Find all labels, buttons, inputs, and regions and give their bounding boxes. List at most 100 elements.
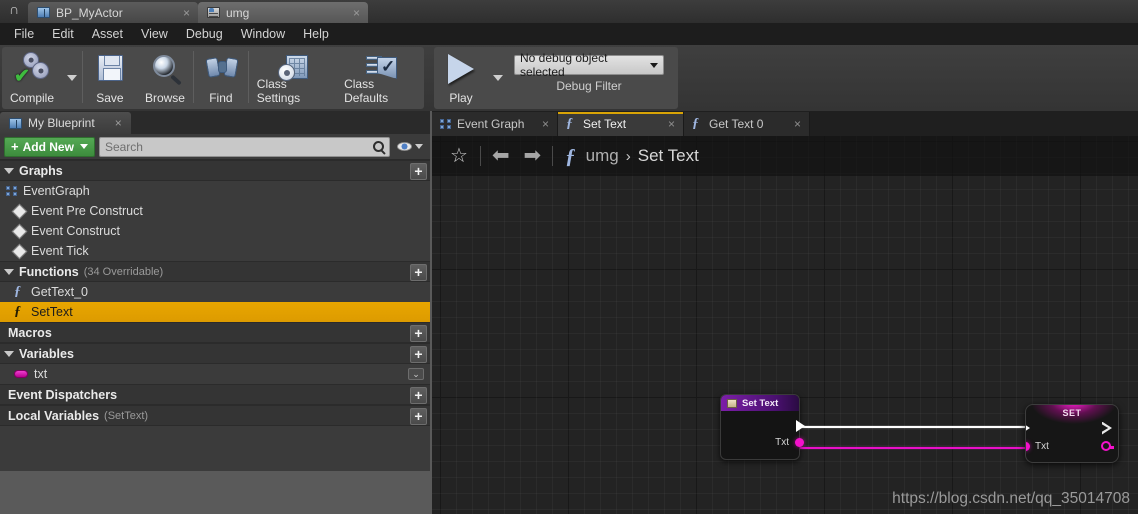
widget-icon — [207, 7, 220, 18]
play-label: Play — [449, 91, 473, 105]
menu-bar: File Edit Asset View Debug Window Help — [0, 23, 1138, 45]
add-new-button[interactable]: + Add New — [4, 136, 95, 157]
add-variable-button[interactable]: + — [410, 346, 427, 363]
section-subtitle: (34 Overridable) — [83, 265, 164, 278]
list-item-variable-txt[interactable]: txt ⌄ — [0, 364, 430, 384]
menu-item-help[interactable]: Help — [294, 25, 338, 43]
section-header-graphs[interactable]: Graphs + — [0, 160, 430, 181]
graph-canvas[interactable]: ☆ ⬅ ➡ ƒ umg › Set Text Set Text Txt SET … — [432, 136, 1138, 514]
compile-gears-check-icon: ✔ — [13, 52, 51, 86]
node-title: Set Text — [742, 397, 779, 409]
exec-pin-icon — [796, 419, 805, 432]
list-item-event-tick[interactable]: Event Tick — [0, 241, 430, 261]
window-tab-label: BP_MyActor — [56, 5, 123, 20]
toolbar-group-play: Play No debug object selected Debug Filt… — [434, 47, 678, 109]
menu-item-window[interactable]: Window — [232, 25, 294, 43]
section-header-functions[interactable]: Functions (34 Overridable) + — [0, 261, 430, 282]
tab-event-graph[interactable]: Event Graph × — [432, 112, 558, 136]
close-icon[interactable]: × — [794, 117, 801, 131]
close-icon[interactable]: × — [542, 117, 549, 131]
tab-my-blueprint[interactable]: My Blueprint × — [0, 112, 131, 134]
node-pin-exec-in[interactable] — [1026, 422, 1030, 434]
add-graph-button[interactable]: + — [410, 163, 427, 180]
visibility-options-button[interactable] — [394, 142, 426, 151]
class-settings-button[interactable]: Class Settings — [249, 47, 336, 109]
menu-item-file[interactable]: File — [5, 25, 43, 43]
debug-object-value: No debug object selected — [520, 51, 608, 79]
menu-item-asset[interactable]: Asset — [83, 25, 132, 43]
find-button[interactable]: Find — [194, 47, 248, 109]
close-icon[interactable]: × — [183, 6, 190, 20]
search-box[interactable] — [98, 136, 390, 157]
node-pin-txt-out[interactable]: Txt — [721, 434, 804, 451]
my-blueprint-tree: Graphs + EventGraph Event Pre Construct … — [0, 160, 430, 471]
section-title: Macros — [8, 325, 52, 340]
section-header-macros[interactable]: Macros + — [0, 322, 430, 343]
blueprint-book-icon — [9, 117, 22, 129]
save-button[interactable]: Save — [83, 47, 137, 109]
graph-icon — [6, 186, 17, 196]
add-macro-button[interactable]: + — [410, 325, 427, 342]
list-item-event-pre-construct[interactable]: Event Pre Construct — [0, 201, 430, 221]
pin-label: Txt — [775, 437, 789, 448]
floppy-disk-icon — [91, 52, 129, 86]
list-item-label: Event Pre Construct — [31, 204, 143, 218]
tab-label: Event Graph — [457, 117, 525, 131]
list-item-eventgraph[interactable]: EventGraph — [0, 181, 430, 201]
node-pin-exec-out[interactable] — [1102, 421, 1118, 435]
node-set-variable[interactable]: SET Txt — [1025, 404, 1119, 463]
debug-object-select[interactable]: No debug object selected — [514, 51, 664, 79]
list-item-event-construct[interactable]: Event Construct — [0, 221, 430, 241]
section-header-local-variables[interactable]: Local Variables (SetText) + — [0, 405, 430, 426]
blueprint-icon — [37, 7, 50, 18]
text-pin-icon — [1026, 441, 1030, 451]
tab-get-text-0[interactable]: ƒ Get Text 0 × — [684, 112, 810, 136]
close-icon[interactable]: × — [353, 6, 360, 20]
text-pin-icon — [795, 438, 804, 447]
event-node-icon — [11, 203, 28, 219]
node-title: SET — [1062, 408, 1082, 418]
list-item-gettext-0[interactable]: ƒ GetText_0 — [0, 282, 430, 302]
search-input[interactable] — [104, 139, 373, 154]
browse-button[interactable]: Browse — [137, 47, 193, 109]
close-icon[interactable]: × — [115, 116, 122, 130]
tab-label: Set Text — [583, 117, 627, 131]
function-icon: ƒ — [14, 284, 21, 299]
section-header-event-dispatchers[interactable]: Event Dispatchers + — [0, 384, 430, 405]
compile-dropdown-caret-icon[interactable] — [67, 75, 78, 81]
play-button[interactable]: Play — [434, 47, 488, 109]
my-blueprint-tab-strip: My Blueprint × — [0, 111, 430, 134]
section-header-variables[interactable]: Variables + — [0, 343, 430, 364]
expand-arrow-icon — [4, 268, 14, 275]
node-pin-exec-out[interactable] — [721, 417, 805, 434]
node-set-text-entry[interactable]: Set Text Txt — [720, 394, 805, 460]
play-dropdown-caret-icon[interactable] — [493, 75, 503, 81]
node-pin-txt-in[interactable]: Txt — [1026, 441, 1049, 452]
window-tab-umg[interactable]: umg × — [198, 2, 368, 23]
expand-arrow-icon — [4, 167, 14, 174]
section-title: Variables — [19, 346, 74, 361]
main-toolbar: ✔ Compile Save Browse Find Class Setting… — [0, 45, 1138, 111]
list-item-settext[interactable]: ƒ SetText — [0, 302, 430, 322]
window-tab-label: umg — [226, 5, 250, 20]
class-defaults-button[interactable]: Class Defaults — [336, 47, 424, 109]
plus-icon: + — [11, 139, 19, 154]
node-pin-txt-out[interactable] — [1101, 441, 1118, 451]
visibility-toggle-icon[interactable]: ⌄ — [408, 368, 424, 380]
chevron-down-icon — [415, 144, 423, 149]
window-tab-bp-myactor[interactable]: BP_MyActor × — [28, 2, 198, 23]
section-title: Functions — [19, 264, 79, 279]
menu-item-edit[interactable]: Edit — [43, 25, 83, 43]
node-body: Txt — [721, 411, 805, 459]
find-label: Find — [209, 91, 233, 105]
add-local-variable-button[interactable]: + — [410, 408, 427, 425]
menu-item-debug[interactable]: Debug — [177, 25, 232, 43]
add-event-dispatcher-button[interactable]: + — [410, 387, 427, 404]
close-icon[interactable]: × — [668, 117, 675, 131]
add-function-button[interactable]: + — [410, 264, 427, 281]
chevron-down-icon — [79, 144, 88, 149]
tab-set-text[interactable]: ƒ Set Text × — [558, 112, 684, 136]
node-body: Txt — [1026, 418, 1118, 462]
compile-button[interactable]: ✔ Compile — [2, 47, 62, 109]
menu-item-view[interactable]: View — [132, 25, 177, 43]
